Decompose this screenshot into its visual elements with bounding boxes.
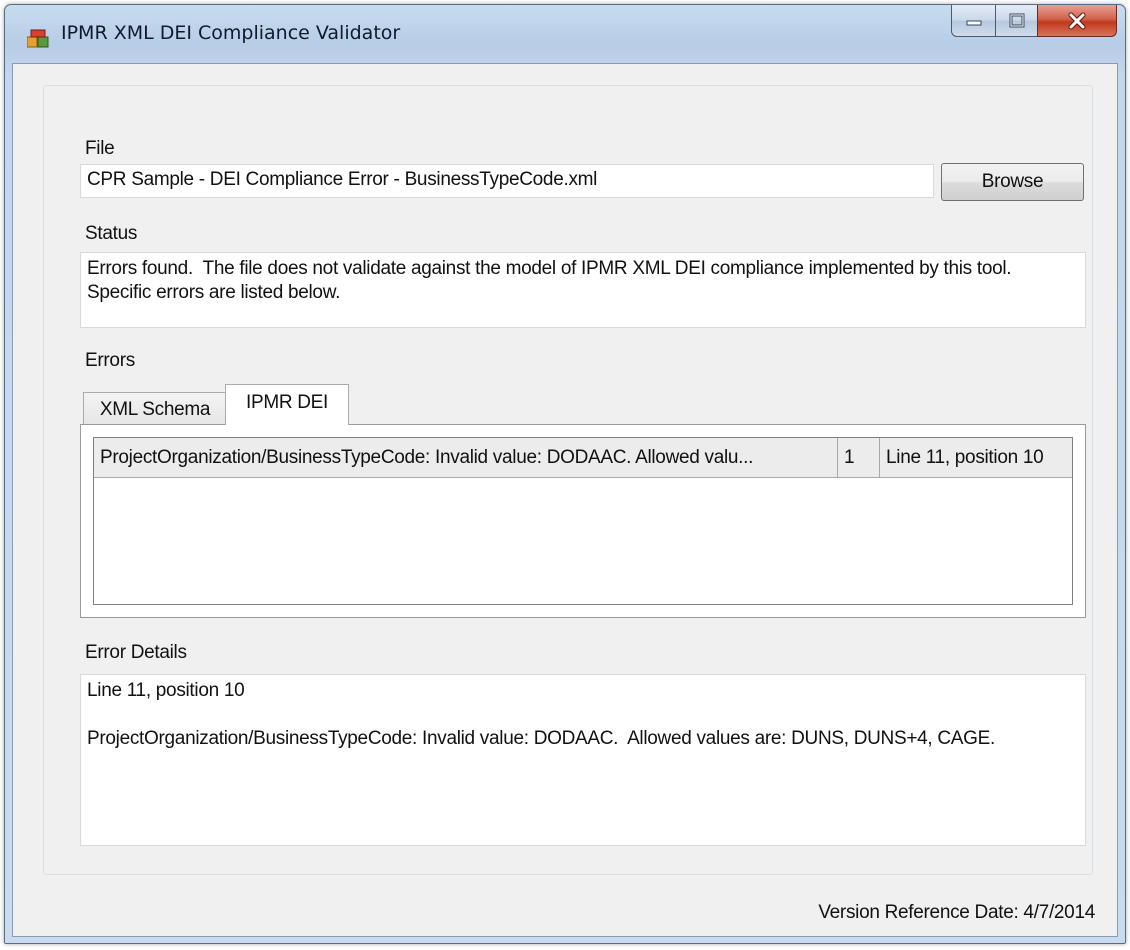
error-count-cell[interactable]: 1 [838, 438, 880, 478]
app-icon [27, 29, 49, 48]
minimize-button[interactable] [951, 5, 995, 37]
window-title: IPMR XML DEI Compliance Validator [61, 22, 401, 44]
version-reference-date: Version Reference Date: 4/7/2014 [818, 902, 1095, 923]
errors-label: Errors [85, 350, 135, 371]
tab-ipmr-dei[interactable]: IPMR DEI [225, 384, 349, 425]
errors-tab-panel: ProjectOrganization/BusinessTypeCode: In… [80, 424, 1086, 618]
caption-buttons [951, 5, 1117, 37]
status-label: Status [85, 223, 138, 244]
error-details-textbox[interactable]: Line 11, position 10 ProjectOrganization… [80, 674, 1086, 846]
browse-button[interactable]: Browse [941, 163, 1084, 201]
minimize-icon [966, 20, 981, 25]
table-row[interactable]: ProjectOrganization/BusinessTypeCode: In… [94, 438, 1072, 478]
error-location-cell[interactable]: Line 11, position 10 [880, 438, 1072, 478]
errors-grid[interactable]: ProjectOrganization/BusinessTypeCode: In… [93, 437, 1073, 605]
maximize-button[interactable] [995, 5, 1037, 37]
error-message-cell[interactable]: ProjectOrganization/BusinessTypeCode: In… [94, 438, 838, 478]
status-textbox[interactable]: Errors found. The file does not validate… [80, 252, 1086, 328]
title-bar[interactable]: IPMR XML DEI Compliance Validator [5, 5, 1125, 63]
file-label: File [85, 138, 115, 159]
close-button[interactable] [1037, 5, 1117, 37]
main-window: IPMR XML DEI Compliance Validator File C… [4, 4, 1126, 944]
error-details-label: Error Details [85, 642, 187, 663]
close-icon [1068, 12, 1086, 29]
maximize-icon [1009, 13, 1024, 27]
file-path-input[interactable]: CPR Sample - DEI Compliance Error - Busi… [80, 164, 934, 198]
client-area: File CPR Sample - DEI Compliance Error -… [12, 63, 1118, 937]
tab-xml-schema[interactable]: XML Schema [83, 392, 227, 425]
